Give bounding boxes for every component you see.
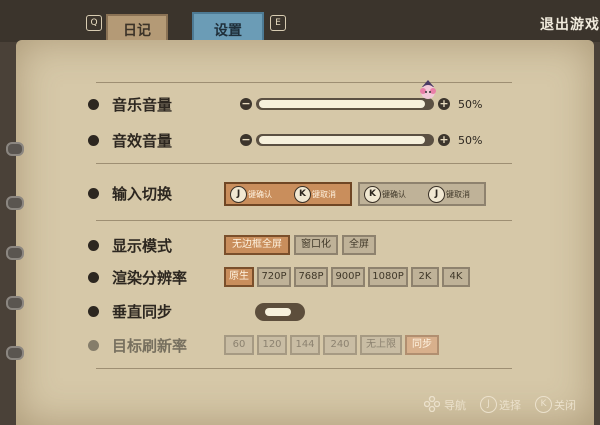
next-tab-key-hint: E — [270, 15, 286, 31]
music-volume-fill — [259, 100, 425, 108]
option-text: 键取消 — [446, 190, 470, 199]
resolution-720p[interactable]: 720P — [257, 267, 291, 287]
refresh-rate-144: 144 — [290, 335, 320, 355]
sfx-volume-fill — [259, 136, 425, 144]
input-switch-label: 输入切换 — [112, 185, 173, 203]
row-bullet — [88, 240, 99, 251]
dpad-icon — [423, 395, 441, 413]
refresh-rate-60: 60 — [224, 335, 254, 355]
option-text: 键取消 — [312, 190, 336, 199]
binder-ring — [6, 296, 24, 310]
resolution-native[interactable]: 原生 — [224, 267, 254, 287]
k-key-icon: K — [294, 186, 311, 203]
music-volume-slider[interactable] — [256, 98, 434, 110]
resolution-label: 渲染分辨率 — [112, 269, 188, 287]
row-bullet — [88, 306, 99, 317]
j-key-icon: J — [480, 396, 497, 413]
resolution-1080p[interactable]: 1080P — [368, 267, 408, 287]
k-key-icon: K — [535, 396, 552, 413]
resolution-4k[interactable]: 4K — [442, 267, 470, 287]
row-bullet — [88, 188, 99, 199]
music-volume-plus-button[interactable]: + — [438, 98, 450, 110]
refresh-rate-sync: 同步 — [405, 335, 439, 355]
binder-ring — [6, 346, 24, 360]
k-key-icon: K — [364, 186, 381, 203]
sfx-volume-value: 50% — [458, 134, 483, 147]
option-text: 键确认 — [382, 190, 406, 199]
select-hint: 选择 — [499, 399, 521, 412]
binder-ring — [6, 196, 24, 210]
refresh-rate-label: 目标刷新率 — [112, 337, 188, 355]
prev-tab-key-hint: Q — [86, 15, 102, 31]
close-hint[interactable]: 关闭 — [554, 397, 576, 413]
divider — [96, 163, 512, 164]
sfx-volume-label: 音效音量 — [112, 132, 173, 150]
sfx-volume-slider[interactable] — [256, 134, 434, 146]
sfx-volume-minus-button[interactable]: − — [240, 134, 252, 146]
row-bullet — [88, 272, 99, 283]
resolution-900p[interactable]: 900P — [331, 267, 365, 287]
display-mode-windowed[interactable]: 窗口化 — [294, 235, 338, 255]
j-key-icon: J — [230, 186, 247, 203]
exit-game-button[interactable]: 退出游戏 — [540, 14, 600, 34]
row-bullet — [88, 340, 99, 351]
refresh-rate-240: 240 — [323, 335, 357, 355]
vsync-toggle-knob — [265, 308, 291, 316]
input-option-k-confirm[interactable]: K 键确认 J 键取消 — [358, 182, 486, 206]
j-key-icon: J — [428, 186, 445, 203]
option-text: 键确认 — [248, 190, 272, 199]
music-volume-minus-button[interactable]: − — [240, 98, 252, 110]
resolution-768p[interactable]: 768P — [294, 267, 328, 287]
resolution-2k[interactable]: 2K — [411, 267, 439, 287]
display-mode-label: 显示模式 — [112, 237, 173, 255]
refresh-rate-120: 120 — [257, 335, 287, 355]
sfx-volume-plus-button[interactable]: + — [438, 134, 450, 146]
music-volume-label: 音乐音量 — [112, 96, 173, 114]
row-bullet — [88, 135, 99, 146]
display-mode-borderless[interactable]: 无边框全屏 — [224, 235, 290, 255]
vsync-toggle[interactable] — [255, 303, 305, 321]
row-bullet — [88, 99, 99, 110]
refresh-rate-unlimited: 无上限 — [360, 335, 402, 355]
character-avatar-icon — [418, 80, 438, 102]
vsync-label: 垂直同步 — [112, 303, 173, 321]
divider — [96, 220, 512, 221]
music-volume-value: 50% — [458, 98, 483, 111]
input-option-j-confirm[interactable]: J 键确认 K 键取消 — [224, 182, 352, 206]
binder-ring — [6, 246, 24, 260]
binder-ring — [6, 142, 24, 156]
navigate-hint: 导航 — [444, 399, 466, 412]
display-mode-fullscreen[interactable]: 全屏 — [342, 235, 376, 255]
divider — [96, 368, 512, 369]
divider — [96, 82, 512, 83]
